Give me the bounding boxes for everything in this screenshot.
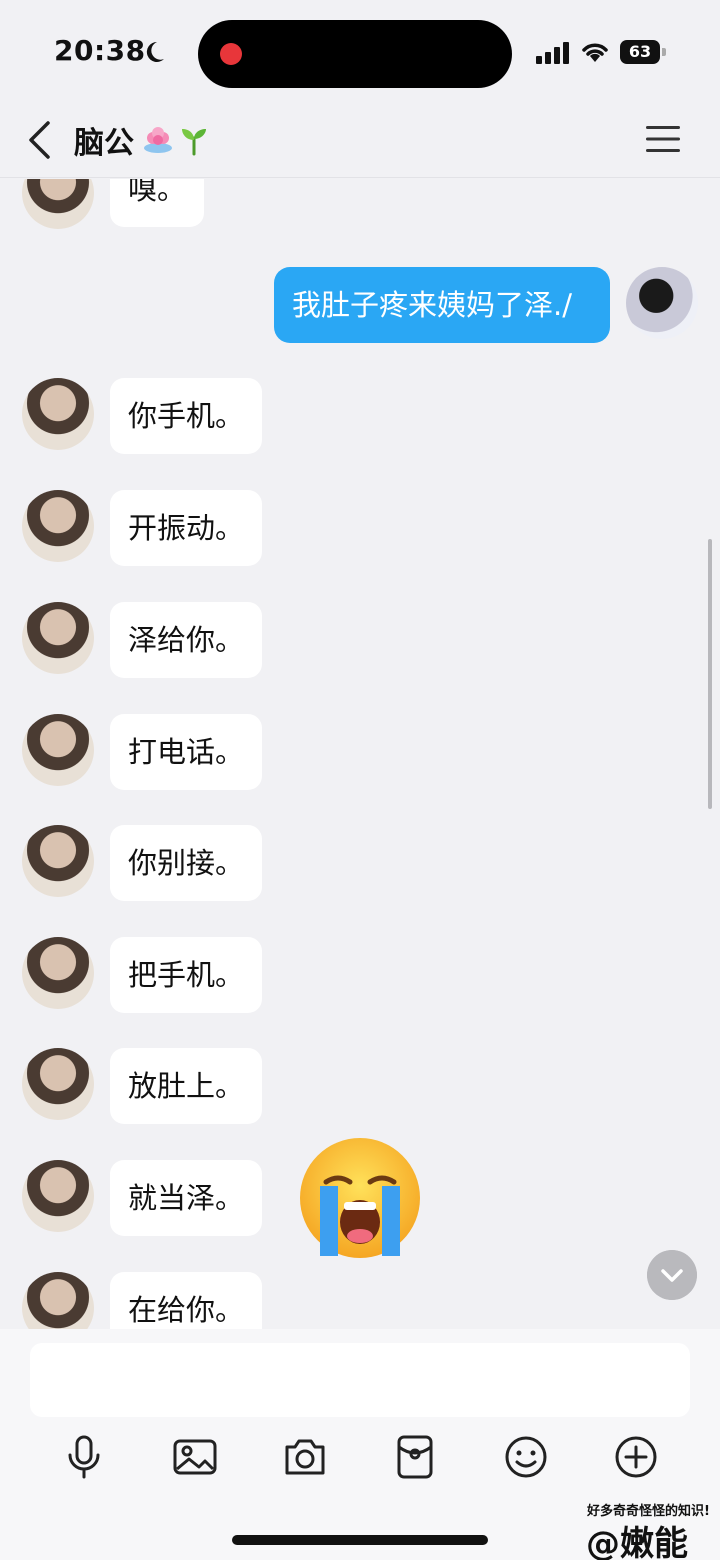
moon-icon (146, 41, 164, 62)
message-bubble[interactable]: 泽给你。 (110, 602, 263, 678)
status-time: 20:38 (54, 34, 146, 67)
watermark-handle: @嫩能 (586, 1524, 688, 1560)
message-input[interactable] (30, 1343, 690, 1417)
emoji-icon[interactable] (502, 1433, 550, 1481)
contact-avatar[interactable] (22, 490, 94, 562)
message-bubble[interactable]: 就当泽。 (110, 1160, 263, 1236)
message-bubble[interactable]: 把手机。 (110, 937, 263, 1013)
microphone-icon[interactable] (60, 1433, 108, 1481)
contact-avatar[interactable] (22, 1160, 94, 1232)
status-bar: 20:38 63 (0, 0, 720, 100)
dynamic-island (198, 20, 512, 88)
flower-cake-icon (144, 127, 172, 153)
image-icon[interactable] (171, 1433, 219, 1481)
contact-avatar[interactable] (22, 602, 94, 674)
camera-icon[interactable] (281, 1433, 329, 1481)
battery-tip (662, 48, 666, 56)
battery-indicator: 63 (620, 40, 666, 64)
loudly-crying-face-icon (300, 1138, 420, 1258)
message-bubble[interactable]: 在给你。 (110, 1272, 263, 1329)
contact-avatar[interactable] (22, 1048, 94, 1120)
my-avatar[interactable] (626, 267, 698, 339)
scroll-to-bottom-button[interactable] (647, 1250, 697, 1300)
scrollbar[interactable] (708, 539, 712, 809)
contact-avatar[interactable] (22, 825, 94, 897)
chat-header: 脑公 (0, 100, 720, 178)
red-packet-icon[interactable] (391, 1433, 439, 1481)
message-bubble[interactable]: 打电话。 (110, 714, 263, 790)
home-indicator[interactable] (232, 1535, 488, 1545)
battery-level: 63 (620, 40, 660, 64)
signal-icon (536, 42, 569, 64)
contact-avatar[interactable] (22, 1272, 94, 1329)
contact-avatar[interactable] (22, 378, 94, 450)
back-arrow-icon[interactable] (26, 120, 52, 160)
message-bubble[interactable]: 你手机。 (110, 378, 263, 454)
message-bubble[interactable]: 开振动。 (110, 490, 263, 566)
sprout-icon (182, 129, 206, 156)
recording-indicator (220, 43, 242, 65)
message-list[interactable]: 嗅。 我肚子疼来姨妈了泽./ 你手机。 开振动。 泽给你。 打电话。 你别接。 … (0, 179, 720, 1329)
plus-icon[interactable] (612, 1433, 660, 1481)
message-bubble[interactable]: 你别接。 (110, 825, 263, 901)
message-bubble[interactable]: 嗅。 (110, 179, 205, 227)
contact-name[interactable]: 脑公 (74, 118, 134, 162)
contact-avatar[interactable] (22, 179, 94, 229)
message-bubble-outgoing[interactable]: 我肚子疼来姨妈了泽./ (274, 267, 610, 343)
menu-icon[interactable] (646, 124, 680, 154)
wifi-icon (582, 43, 608, 62)
message-bubble[interactable]: 放肚上。 (110, 1048, 263, 1124)
contact-avatar[interactable] (22, 937, 94, 1009)
contact-avatar[interactable] (22, 714, 94, 786)
